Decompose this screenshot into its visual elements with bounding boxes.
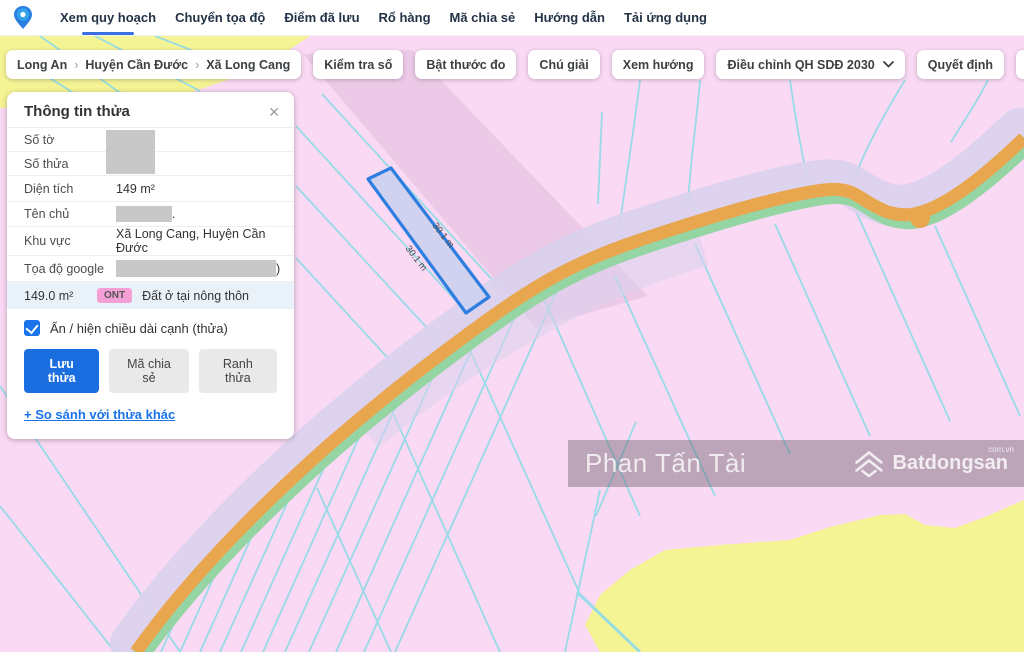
share-code-button[interactable]: Mã chia sẻ — [109, 349, 188, 393]
watermark-name: Phan Tấn Tài — [585, 448, 746, 479]
nav-item-tai-ung-dung[interactable]: Tải ứng dụng — [624, 0, 707, 35]
watermark-bar: Phan Tấn Tài Batdongsan com.vn — [568, 440, 1024, 487]
breadcrumb-province[interactable]: Long An — [17, 58, 67, 72]
region-value: Xã Long Cang, Huyện Cần Đước — [116, 227, 294, 255]
coords-label: Tọa độ google — [24, 262, 116, 276]
owner-suffix: . — [172, 207, 175, 221]
nav-item-diem-da-luu[interactable]: Điểm đã lưu — [284, 0, 359, 35]
plan-layer-label: Điều chỉnh QH SDĐ 2030 — [727, 58, 874, 72]
parcel-number-label: Số thửa — [24, 157, 116, 171]
landuse-code-badge: ONT — [97, 288, 132, 303]
landuse-name: Đất ở tại nông thôn — [142, 289, 249, 303]
landuse-summary-row: 149.0 m² ONT Đất ở tại nông thôn — [7, 282, 294, 309]
plan-layer-dropdown[interactable]: Điều chỉnh QH SDĐ 2030 — [716, 50, 904, 79]
top-navbar: Xem quy hoạch Chuyển tọa độ Điểm đã lưu … — [0, 0, 1024, 36]
edge-length-toggle-row: Ẩn / hiện chiều dài cạnh (thửa) — [24, 320, 294, 336]
batdongsan-logo-icon — [853, 449, 885, 479]
parcel-boundary-button[interactable]: Ranh thửa — [199, 349, 277, 393]
map-toolbar: Long An › Huyện Cần Đước › Xã Long Cang … — [6, 50, 1020, 79]
area-value: 149 m² — [116, 182, 155, 196]
nav-item-ro-hang[interactable]: Rổ hàng — [379, 0, 431, 35]
row-owner: Tên chủ . — [7, 202, 294, 227]
app-logo-pin-icon[interactable] — [12, 5, 34, 31]
breadcrumb-district[interactable]: Huyện Cần Đước — [85, 58, 188, 72]
row-google-coords: Tọa độ google ) — [7, 256, 294, 282]
brand-name: Batdongsan — [892, 452, 1008, 475]
panel-title: Thông tin thửa — [24, 103, 130, 120]
edge-length-checkbox-label: Ẩn / hiện chiều dài cạnh (thửa) — [50, 321, 228, 336]
legend-button[interactable]: Chú giải — [528, 50, 599, 79]
redacted-sheet-parcel-value — [106, 130, 155, 174]
nav-item-chuyen-toa-do[interactable]: Chuyển tọa độ — [175, 0, 265, 35]
row-region: Khu vực Xã Long Cang, Huyện Cần Đước — [7, 227, 294, 256]
map-container: 30.1 m 30.1 m Long An › Huyện Cần Đước ›… — [0, 36, 1024, 652]
decision-button[interactable]: Quyết định — [917, 50, 1004, 79]
breadcrumb-commune[interactable]: Xã Long Cang — [206, 58, 290, 72]
coords-suffix: ) — [276, 262, 280, 276]
nav-item-huong-dan[interactable]: Hướng dẫn — [534, 0, 605, 35]
check-number-button[interactable]: Kiểm tra số — [313, 50, 403, 79]
edge-length-checkbox[interactable] — [24, 320, 40, 336]
breadcrumb-separator-icon: › — [195, 58, 199, 72]
area-label: Diện tích — [24, 182, 116, 196]
region-label: Khu vực — [24, 234, 116, 248]
parcel-info-panel: Thông tin thửa ✕ Số tờ Số thửa Diện tích… — [7, 92, 294, 439]
redacted-owner-value — [116, 206, 172, 222]
save-parcel-button[interactable]: Lưu thửa — [24, 349, 99, 393]
ruler-toggle-button[interactable]: Bật thước đo — [415, 50, 516, 79]
nav-menu: Xem quy hoạch Chuyển tọa độ Điểm đã lưu … — [60, 0, 707, 35]
road-junction — [910, 208, 930, 228]
redacted-coords-value — [116, 260, 276, 277]
breadcrumb[interactable]: Long An › Huyện Cần Đước › Xã Long Cang — [6, 50, 301, 79]
fade-base-control: Làm mờ nền — [1016, 50, 1024, 79]
nav-item-ma-chia-se[interactable]: Mã chia sẻ — [450, 0, 516, 35]
close-icon[interactable]: ✕ — [268, 105, 280, 119]
breadcrumb-separator-icon: › — [74, 58, 78, 72]
nav-item-xem-quy-hoach[interactable]: Xem quy hoạch — [60, 0, 156, 35]
compare-parcel-link[interactable]: + So sánh với thửa khác — [24, 407, 175, 422]
row-area: Diện tích 149 m² — [7, 176, 294, 202]
landuse-area: 149.0 m² — [24, 289, 97, 303]
view-direction-button[interactable]: Xem hướng — [612, 50, 705, 79]
sheet-number-label: Số tờ — [24, 133, 116, 147]
brand-logo: Batdongsan com.vn — [853, 449, 1012, 479]
brand-suffix: com.vn — [988, 445, 1014, 454]
chevron-down-icon — [883, 61, 894, 68]
owner-label: Tên chủ — [24, 207, 116, 221]
